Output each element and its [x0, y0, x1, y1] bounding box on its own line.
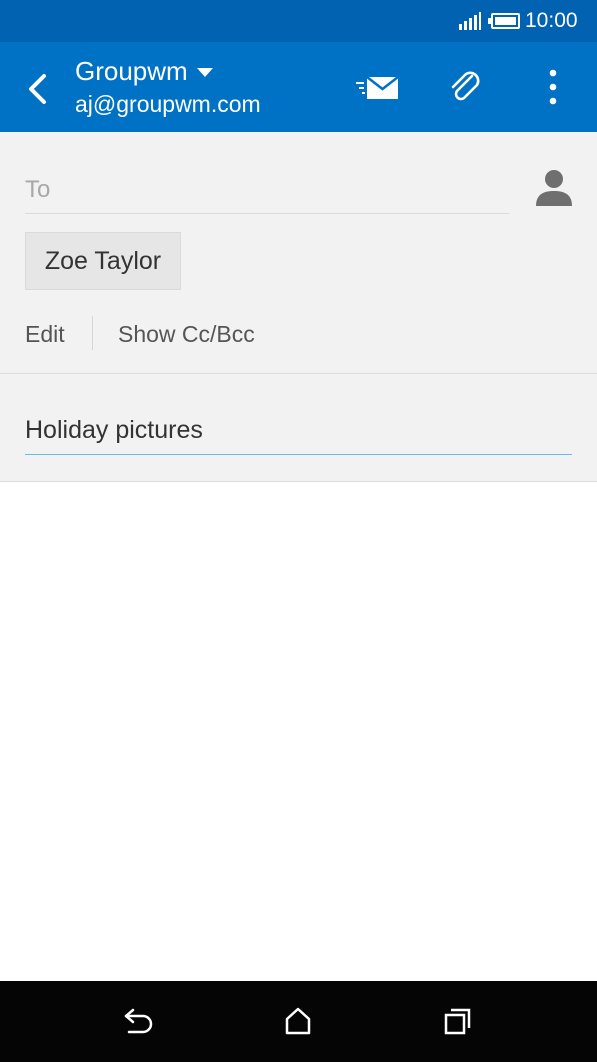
compose-header: Zoe Taylor Edit Show Cc/Bcc [0, 132, 597, 482]
account-email: aj@groupwm.com [75, 91, 261, 117]
recipient-chip[interactable]: Zoe Taylor [25, 232, 181, 290]
more-options-button[interactable] [538, 66, 568, 108]
battery-icon [488, 13, 520, 29]
nav-recent-apps-icon [444, 1008, 471, 1035]
send-mail-icon [356, 76, 399, 99]
signal-icon [459, 12, 481, 30]
show-cc-bcc-link[interactable]: Show Cc/Bcc [118, 316, 255, 352]
attach-button[interactable] [445, 66, 485, 108]
nav-recent-apps-button[interactable] [440, 1005, 476, 1037]
status-time: 10:00 [525, 9, 578, 32]
back-button[interactable] [14, 66, 60, 112]
more-vert-icon [549, 69, 557, 105]
account-name: Groupwm [75, 54, 325, 88]
send-button[interactable] [354, 70, 402, 104]
navigation-bar [0, 981, 597, 1062]
section-divider [0, 373, 597, 374]
chevron-down-icon [196, 68, 213, 77]
edit-recipients-link[interactable]: Edit [25, 316, 65, 352]
app-bar: Groupwm aj@groupwm.com [0, 42, 597, 132]
account-name-label: Groupwm [75, 55, 188, 86]
back-arrow-icon [29, 74, 46, 104]
message-body[interactable] [0, 483, 597, 981]
nav-home-button[interactable] [280, 1005, 316, 1037]
link-divider [92, 316, 93, 350]
account-selector[interactable]: Groupwm aj@groupwm.com [75, 54, 325, 120]
nav-back-icon [124, 1008, 153, 1034]
status-bar: 10:00 [0, 0, 597, 42]
person-icon [536, 170, 572, 206]
to-field[interactable] [25, 166, 509, 214]
subject-field[interactable] [25, 407, 572, 455]
paperclip-icon [451, 71, 480, 101]
nav-home-icon [285, 1007, 311, 1035]
add-contact-button[interactable] [532, 166, 576, 210]
header-divider [0, 481, 597, 482]
compose-email-screen: 10:00 Groupwm aj@groupwm.com To Zoe Tayl… [0, 0, 597, 1062]
nav-back-button[interactable] [121, 1005, 157, 1037]
